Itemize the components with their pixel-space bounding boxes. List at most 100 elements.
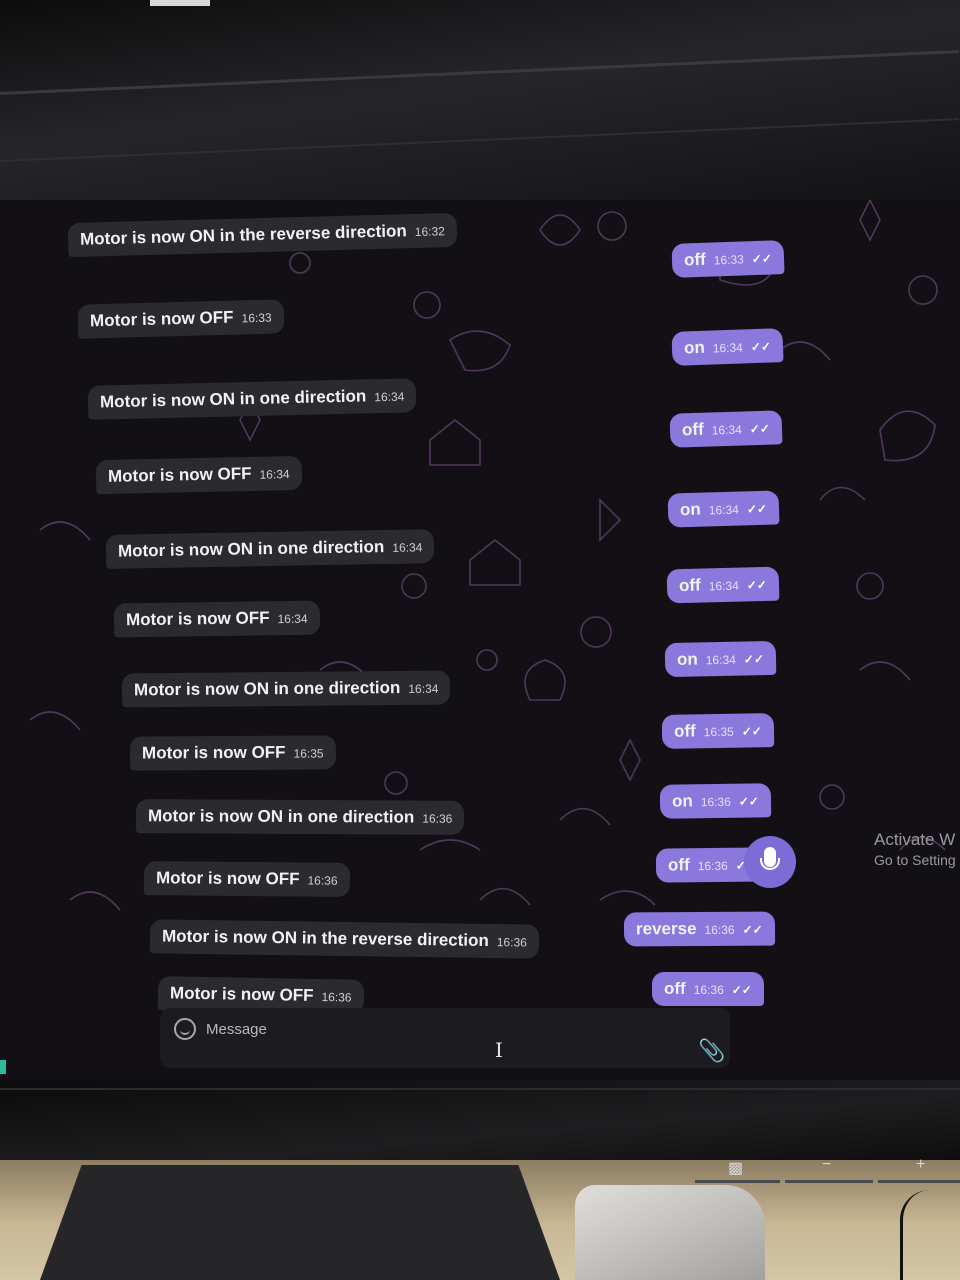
monitor-top-bezel (0, 0, 960, 200)
message-text: on (679, 499, 702, 520)
message-text: Motor is now OFF (169, 983, 314, 1005)
watermark-line1: Activate W (874, 830, 956, 849)
input-source-icon: ▩ (728, 1160, 744, 1177)
message-time: 16:36 (697, 858, 728, 874)
monitor-button-input[interactable] (695, 1180, 780, 1183)
message-text: off (681, 419, 705, 440)
smile-icon[interactable] (174, 1018, 196, 1040)
message-text: Motor is now ON in the reverse direction (161, 926, 489, 951)
message-time: 16:34 (712, 340, 744, 356)
chat-screen: Motor is now ON in the reverse direction… (0, 200, 960, 1080)
message-time: 16:36 (693, 983, 724, 997)
bezel-edge (0, 1088, 960, 1090)
message-text: off (683, 249, 707, 270)
paperclip-icon[interactable]: 📎 (698, 1038, 725, 1064)
outgoing-message[interactable]: on 16:36 ✓✓ (659, 783, 772, 819)
message-time: 16:35 (703, 724, 734, 740)
message-time: 16:34 (705, 652, 736, 668)
message-time: 16:36 (422, 811, 453, 826)
message-text: off (664, 979, 686, 998)
message-text: on (671, 791, 693, 811)
message-time: 16:34 (392, 540, 423, 555)
message-time: 16:34 (408, 681, 439, 696)
incoming-message[interactable]: Motor is now OFF 16:33 (77, 299, 284, 339)
message-text: Motor is now ON in one direction (99, 386, 367, 412)
message-text: Motor is now ON in one direction (117, 537, 385, 561)
plus-icon: + (916, 1156, 926, 1173)
message-time: 16:34 (277, 611, 308, 627)
outgoing-message[interactable]: off 16:33 ✓✓ (671, 240, 785, 278)
double-check-icon: ✓✓ (749, 421, 771, 437)
monitor-notch (150, 0, 210, 6)
message-text: Motor is now OFF (89, 307, 234, 331)
text-cursor-icon: I (495, 1038, 503, 1062)
indicator-light (0, 1060, 6, 1074)
message-time: 16:34 (374, 389, 405, 405)
message-time: 16:34 (259, 467, 290, 482)
message-time: 16:34 (708, 578, 739, 594)
cable (900, 1190, 960, 1280)
outgoing-message[interactable]: off 16:34 ✓✓ (669, 410, 783, 448)
double-check-icon: ✓✓ (751, 251, 773, 267)
message-time: 16:34 (708, 502, 740, 518)
incoming-message[interactable]: Motor is now OFF 16:34 (113, 600, 320, 638)
message-time: 16:36 (704, 922, 735, 937)
message-text: Motor is now ON in one direction (147, 806, 415, 827)
outgoing-message[interactable]: on 16:34 ✓✓ (664, 640, 777, 678)
message-time: 16:36 (321, 990, 352, 1005)
incoming-message[interactable]: Motor is now ON in the reverse direction… (149, 919, 540, 959)
outgoing-message[interactable]: off 16:35 ✓✓ (661, 713, 775, 749)
outgoing-message[interactable]: off 16:36 ✓✓ (652, 972, 764, 1006)
double-check-icon: ✓✓ (738, 794, 760, 809)
incoming-message[interactable]: Motor is now ON in one direction 16:34 (121, 670, 451, 708)
double-check-icon: ✓✓ (746, 577, 768, 593)
message-text: off (673, 721, 696, 741)
message-text: Motor is now ON in the reverse direction (79, 221, 408, 249)
message-time: 16:36 (307, 873, 338, 888)
minus-icon: − (822, 1156, 832, 1173)
outgoing-message[interactable]: off 16:34 ✓✓ (666, 566, 780, 604)
incoming-message[interactable]: Motor is now OFF 16:34 (95, 455, 302, 495)
monitor-button-plus[interactable] (878, 1180, 960, 1183)
incoming-message[interactable]: Motor is now ON in one direction 16:36 (135, 799, 465, 835)
message-text: off (678, 575, 701, 596)
message-text: Motor is now OFF (125, 608, 270, 630)
bezel-edge (0, 50, 960, 95)
message-text: Motor is now OFF (107, 463, 252, 486)
outgoing-message[interactable]: on 16:34 ✓✓ (667, 490, 780, 528)
double-check-icon: ✓✓ (743, 652, 765, 667)
double-check-icon: ✓✓ (746, 501, 768, 517)
message-text: on (676, 649, 698, 669)
message-text: reverse (635, 919, 697, 939)
bezel-edge (0, 118, 960, 162)
message-time: 16:35 (293, 746, 324, 761)
voice-record-button[interactable] (744, 836, 796, 888)
message-input[interactable] (204, 1016, 508, 1042)
monitor-buttons: ▩ − + (0, 1156, 960, 1200)
outgoing-message[interactable]: reverse 16:36 ✓✓ (623, 911, 775, 947)
incoming-message[interactable]: Motor is now ON in one direction 16:34 (105, 529, 435, 569)
message-time: 16:36 (700, 794, 731, 810)
activate-windows-watermark: Activate W Go to Setting (874, 830, 956, 868)
message-text: off (667, 855, 690, 875)
monitor-button-minus[interactable] (785, 1180, 873, 1183)
outgoing-message[interactable]: on 16:34 ✓✓ (671, 328, 784, 366)
message-time: 16:32 (414, 224, 446, 240)
double-check-icon: ✓✓ (750, 339, 772, 355)
microphone-stand (760, 858, 780, 870)
monitor-bottom-bezel (0, 1080, 960, 1160)
incoming-message[interactable]: Motor is now OFF 16:36 (143, 861, 350, 897)
message-time: 16:33 (713, 252, 745, 268)
double-check-icon: ✓✓ (731, 983, 752, 997)
double-check-icon: ✓✓ (741, 724, 762, 739)
watermark-line2: Go to Setting (874, 852, 956, 868)
message-time: 16:36 (496, 935, 527, 950)
message-composer: I 📎 (160, 1008, 730, 1068)
message-text: on (683, 337, 706, 358)
incoming-message[interactable]: Motor is now OFF 16:35 (129, 735, 336, 771)
double-check-icon: ✓✓ (742, 922, 763, 937)
message-time: 16:34 (711, 422, 742, 438)
message-time: 16:33 (241, 310, 272, 326)
message-text: Motor is now OFF (155, 868, 300, 889)
message-text: Motor is now ON in one direction (133, 678, 401, 700)
